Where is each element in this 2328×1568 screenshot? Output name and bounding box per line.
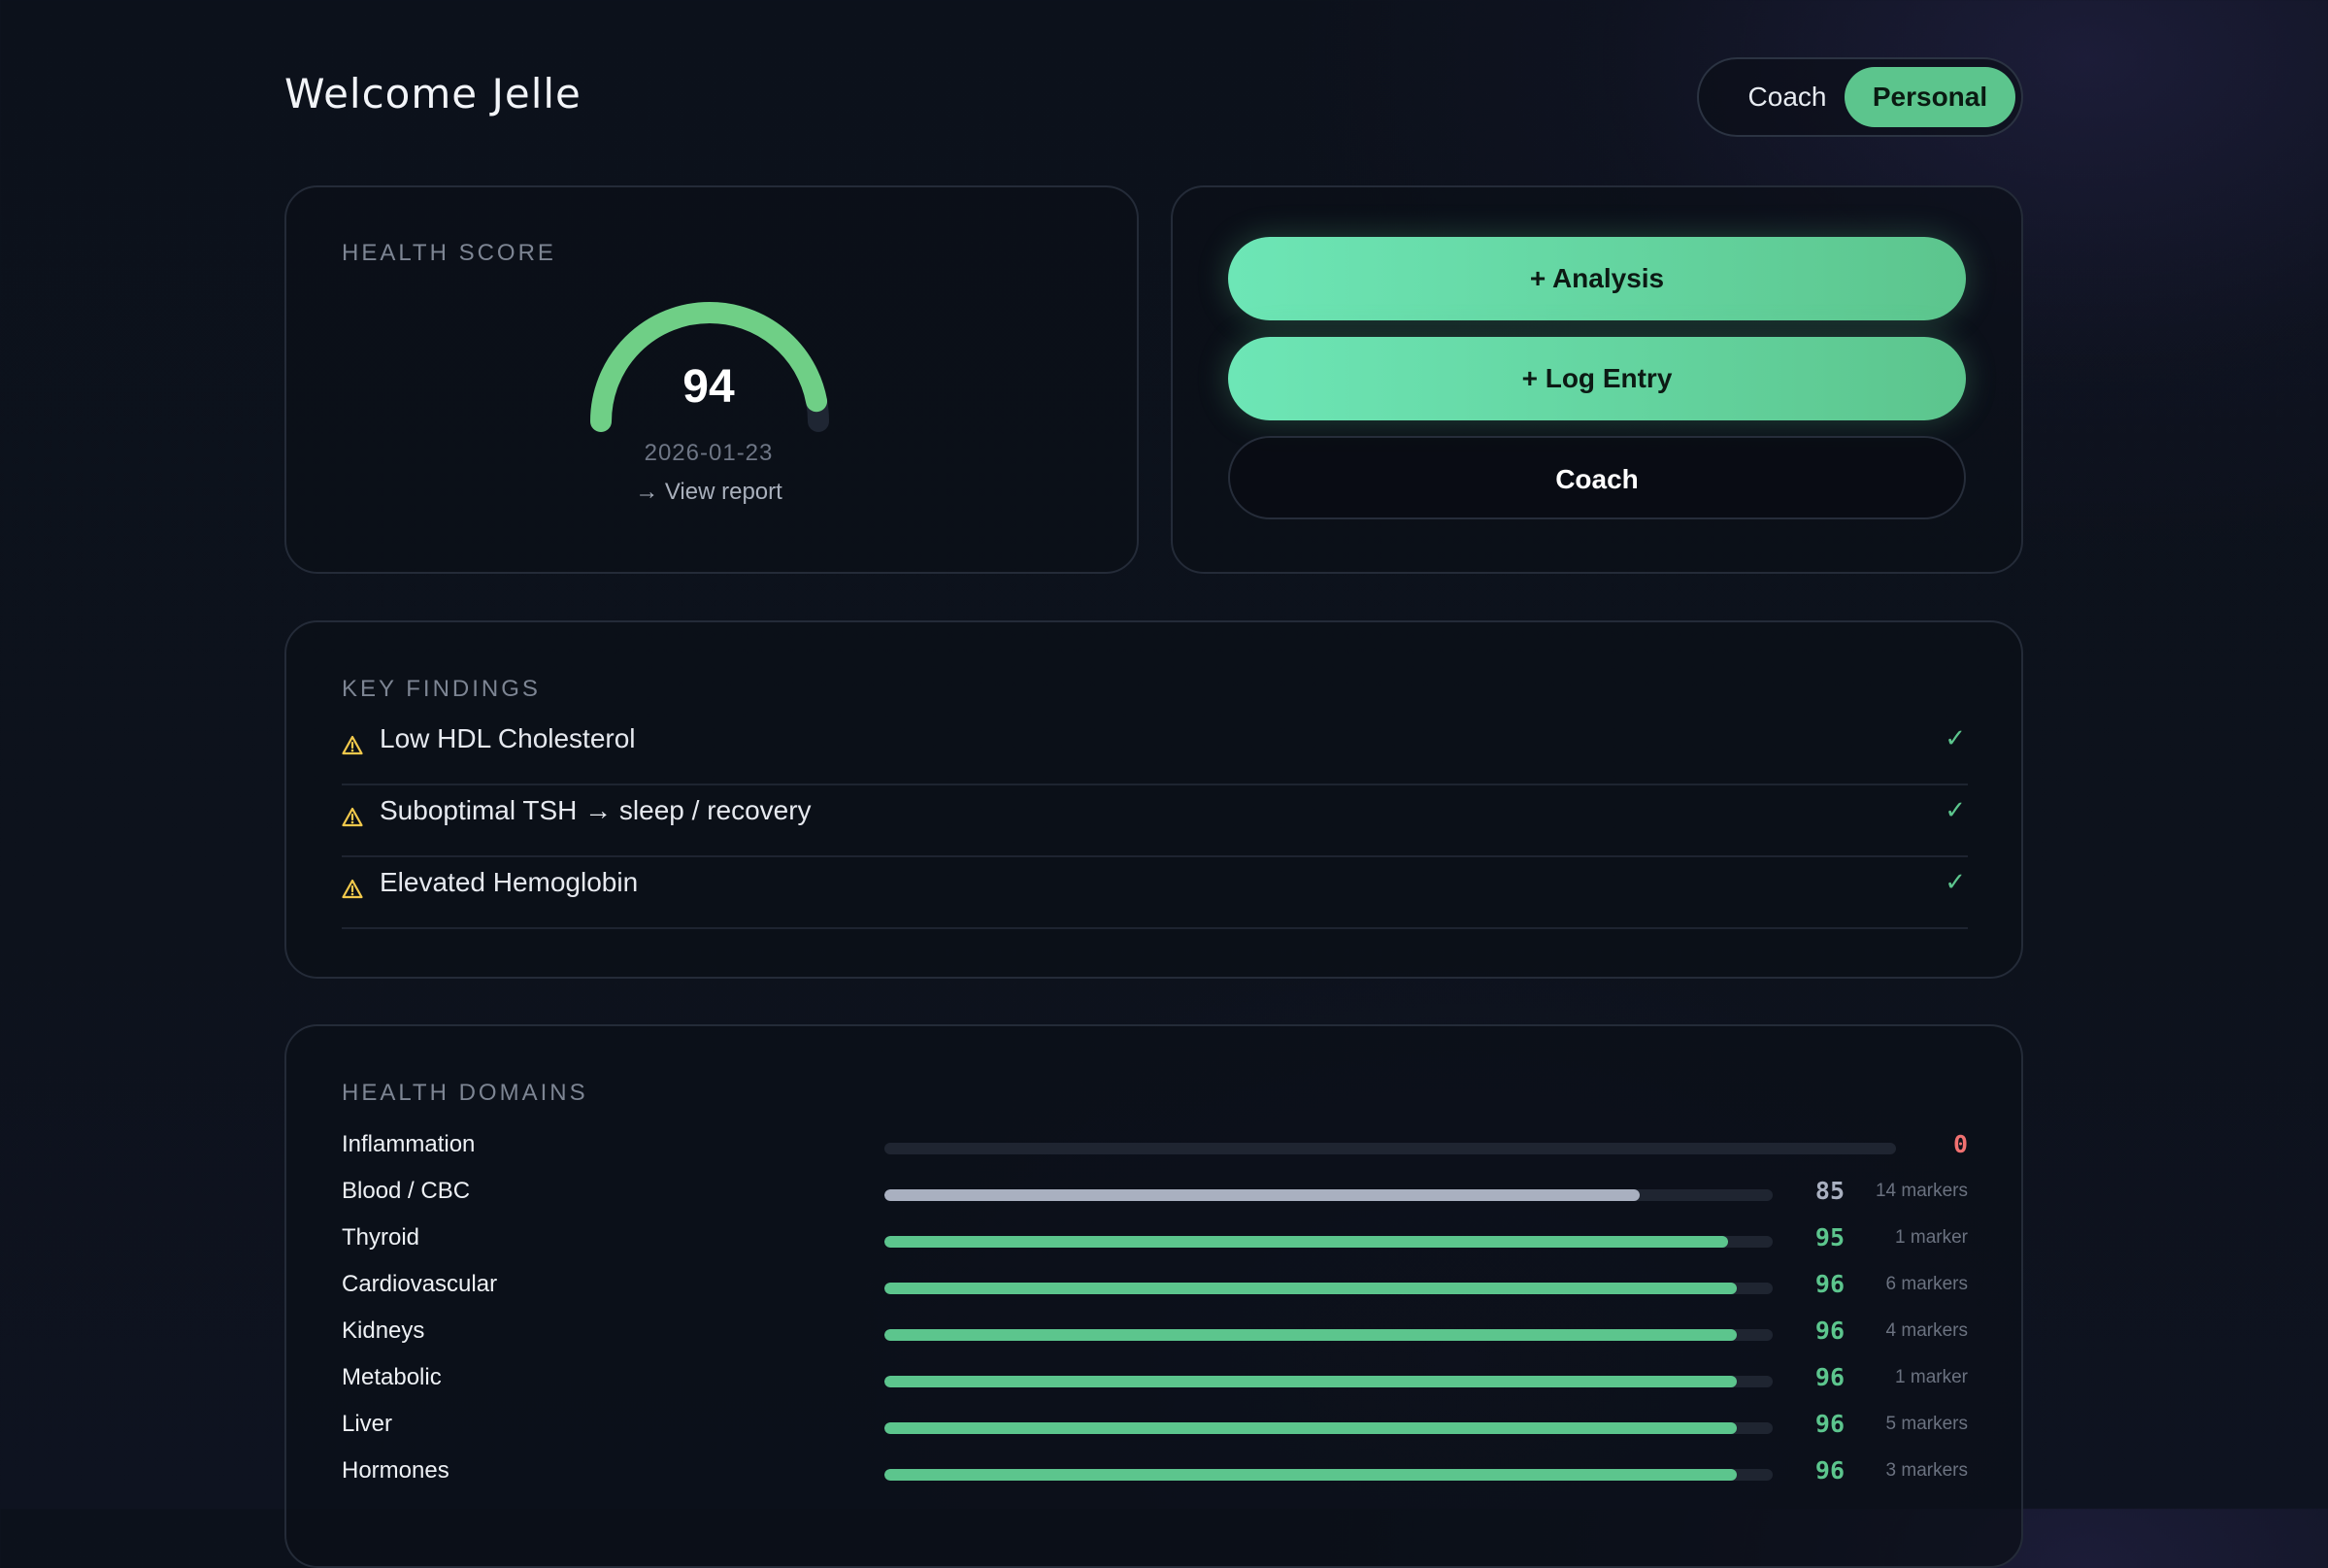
domain-name: Cardiovascular [342,1271,498,1297]
domain-row-blood-cbc[interactable]: Blood / CBC 85 14 markers [342,1176,1968,1215]
warning-icon [342,735,363,755]
domain-bar-fill [884,1422,1738,1434]
domain-score: 85 [1814,1177,1845,1205]
finding-text: Elevated Hemoglobin [380,867,639,897]
mode-personal-button[interactable]: Personal [1845,67,2015,127]
domain-name: Liver [342,1411,393,1437]
domain-bar-fill [884,1329,1738,1341]
check-icon[interactable]: ✓ [1945,867,1966,897]
domain-bar-track [884,1189,1773,1201]
domain-score: 0 [1952,1130,1968,1158]
warning-icon [342,879,363,899]
domain-row-liver[interactable]: Liver 96 5 markers [342,1409,1968,1448]
mode-coach-button[interactable]: Coach [1711,67,1864,127]
domain-row-hormones[interactable]: Hormones 96 3 markers [342,1455,1968,1494]
domain-name: Metabolic [342,1364,442,1390]
domain-row-inflammation[interactable]: Inflammation 0 [342,1129,1968,1168]
check-icon[interactable]: ✓ [1945,723,1966,753]
domain-markers: 1 marker [1895,1367,1968,1387]
health-domains-label: HEALTH DOMAINS [342,1080,588,1106]
domain-bar-fill [884,1189,1640,1201]
domain-row-metabolic[interactable]: Metabolic 96 1 marker [342,1362,1968,1401]
domain-score: 96 [1814,1363,1845,1391]
domain-bar-fill [884,1236,1729,1248]
domain-markers: 4 markers [1885,1320,1968,1341]
mode-toggle[interactable]: Coach Personal [1697,57,2023,137]
key-findings-card: KEY FINDINGS Low HDL Cholesterol ✓ Subop… [284,620,2023,979]
domain-score: 95 [1814,1223,1845,1251]
domain-bar-track [884,1283,1773,1294]
check-icon[interactable]: ✓ [1945,795,1966,825]
domain-markers: 14 markers [1875,1181,1968,1201]
finding-row[interactable]: Elevated Hemoglobin ✓ [342,855,1968,929]
domain-bar-track [884,1329,1773,1341]
domain-name: Hormones [342,1457,449,1484]
finding-text: Low HDL Cholesterol [380,723,636,753]
domain-name: Kidneys [342,1318,425,1344]
domain-row-kidneys[interactable]: Kidneys 96 4 markers [342,1316,1968,1354]
welcome-heading: Welcome Jelle [284,70,582,117]
health-domains-card: HEALTH DOMAINS Inflammation 0 Blood / CB… [284,1024,2023,1568]
health-score-card: HEALTH SCORE 94 2026-01-23 → View report [284,185,1139,574]
health-score-label: HEALTH SCORE [342,240,556,266]
warning-icon [342,807,363,827]
key-findings-label: KEY FINDINGS [342,676,541,702]
domain-bar-fill [884,1469,1738,1481]
domain-bar-track [884,1469,1773,1481]
health-score-value: 94 [682,361,735,413]
domain-bar-track [884,1143,1896,1154]
domain-row-thyroid[interactable]: Thyroid 95 1 marker [342,1222,1968,1261]
domain-row-cardiovascular[interactable]: Cardiovascular 96 6 markers [342,1269,1968,1308]
health-score-date: 2026-01-23 [644,440,774,466]
domain-bar-track [884,1376,1773,1387]
finding-text: Suboptimal TSH → sleep / recovery [380,795,812,825]
domain-name: Inflammation [342,1131,476,1157]
view-report-link[interactable]: → View report [597,479,820,506]
domain-bar-track [884,1236,1773,1248]
domain-score: 96 [1814,1317,1845,1345]
actions-card: + Analysis + Log Entry Coach [1171,185,2023,574]
domain-markers: 3 markers [1885,1460,1968,1481]
domain-markers: 5 markers [1885,1414,1968,1434]
finding-row[interactable]: Low HDL Cholesterol ✓ [342,712,1968,785]
domain-score: 96 [1814,1456,1845,1485]
domain-score: 96 [1814,1270,1845,1298]
domain-bar-fill [884,1376,1738,1387]
coach-button[interactable]: Coach [1228,436,1966,519]
domain-bar-fill [884,1283,1738,1294]
add-analysis-button[interactable]: + Analysis [1228,237,1966,320]
domain-markers: 1 marker [1895,1227,1968,1248]
domain-score: 96 [1814,1410,1845,1438]
add-log-entry-button[interactable]: + Log Entry [1228,337,1966,420]
domain-name: Thyroid [342,1224,420,1251]
domain-name: Blood / CBC [342,1178,471,1204]
domain-markers: 6 markers [1885,1274,1968,1294]
finding-row[interactable]: Suboptimal TSH → sleep / recovery ✓ [342,784,1968,857]
domain-bar-track [884,1422,1773,1434]
